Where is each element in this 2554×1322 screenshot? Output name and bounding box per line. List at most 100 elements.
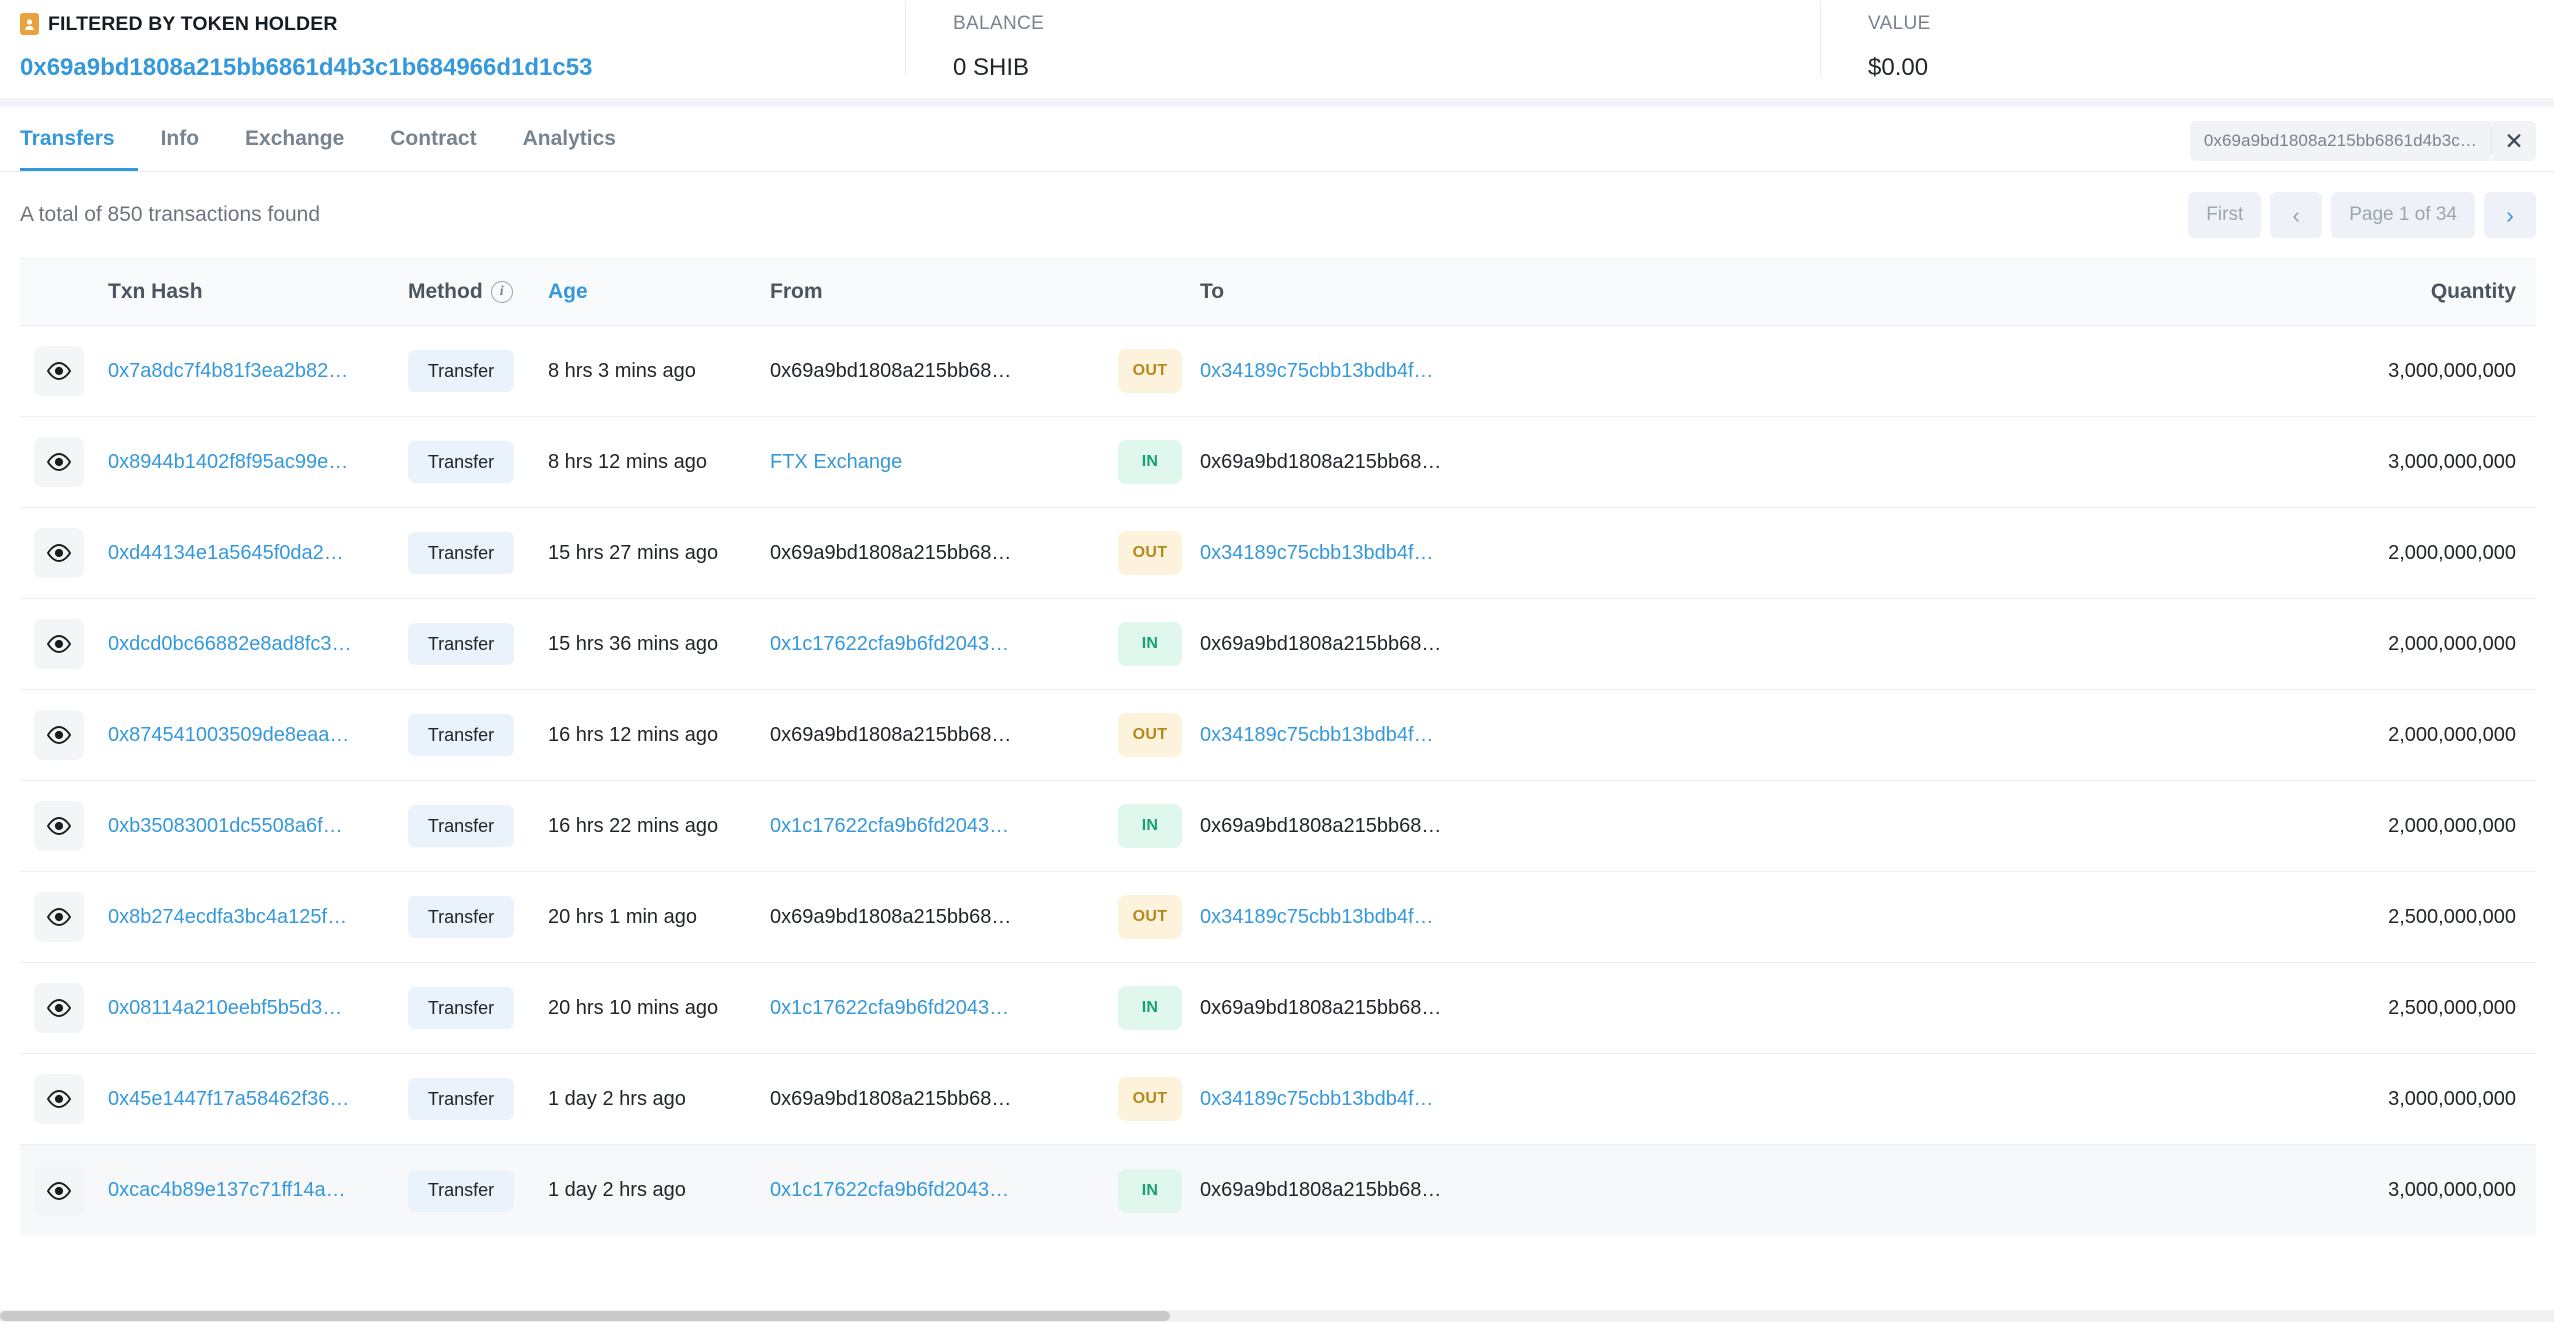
txn-hash-link[interactable]: 0xdcd0bc66882e8ad8fc3… [108,633,408,656]
eye-icon[interactable] [34,619,84,669]
method-cell: Transfer [408,1169,548,1212]
txn-hash-link[interactable]: 0xcac4b89e137c71ff14a… [108,1179,408,1202]
info-icon[interactable]: i [490,281,513,303]
first-page-button[interactable]: First [2188,192,2262,238]
scrollbar-thumb[interactable] [0,1311,1170,1321]
eye-icon[interactable] [34,437,84,487]
tab-analytics[interactable]: Analytics [500,107,639,171]
quantity-cell: 2,000,000,000 [2388,723,2516,746]
method-badge[interactable]: Transfer [408,714,514,756]
table-row[interactable]: 0xb35083001dc5508a6f… Transfer 16 hrs 22 m… [20,781,2536,872]
txn-hash-link[interactable]: 0x8944b1402f8f95ac99e… [108,451,408,474]
to-address[interactable]: 0x34189c75cbb13bdb4f… [1200,360,1510,383]
direction-cell: IN [1100,440,1200,484]
txn-hash-link[interactable]: 0x7a8dc7f4b81f3ea2b82… [108,360,408,383]
from-address[interactable]: 0x69a9bd1808a215bb68… [770,360,1100,383]
to-address[interactable]: 0x69a9bd1808a215bb68… [1200,815,1510,838]
table-row[interactable]: 0x45e1447f17a58462f36… Transfer 1 day 2 hr… [20,1054,2536,1145]
eye-icon[interactable] [34,1074,84,1124]
eye-icon[interactable] [34,346,84,396]
quantity-cell: 2,000,000,000 [2388,541,2516,564]
method-badge[interactable]: Transfer [408,1078,514,1120]
value-block: VALUE $0.00 [1820,0,2554,83]
to-address[interactable]: 0x69a9bd1808a215bb68… [1200,997,1510,1020]
direction-badge: OUT [1118,531,1182,575]
txn-hash-link[interactable]: 0x874541003509de8eaa… [108,724,408,747]
table-row[interactable]: 0x874541003509de8eaa… Transfer 16 hrs 12 m… [20,690,2536,781]
method-badge[interactable]: Transfer [408,805,514,847]
method-badge[interactable]: Transfer [408,987,514,1029]
quantity-cell: 3,000,000,000 [2388,1087,2516,1110]
quantity-cell: 2,500,000,000 [2388,996,2516,1019]
direction-cell: OUT [1100,349,1200,393]
page-indicator: Page 1 of 34 [2331,192,2475,238]
to-address[interactable]: 0x69a9bd1808a215bb68… [1200,451,1510,474]
txn-hash-link[interactable]: 0x08114a210eebf5b5d3… [108,997,408,1020]
method-badge[interactable]: Transfer [408,532,514,574]
header-txn-hash: Txn Hash [108,280,203,303]
method-badge[interactable]: Transfer [408,350,514,392]
txn-hash-link[interactable]: 0x8b274ecdfa3bc4a125f… [108,906,408,929]
close-icon[interactable]: ✕ [2492,121,2536,161]
tab-exchange[interactable]: Exchange [222,107,367,171]
method-badge[interactable]: Transfer [408,623,514,665]
quantity-cell: 3,000,000,000 [2388,359,2516,382]
age-cell: 1 day 2 hrs ago [548,1087,686,1110]
from-address[interactable]: 0x69a9bd1808a215bb68… [770,542,1100,565]
quantity-cell: 3,000,000,000 [2388,450,2516,473]
direction-cell: OUT [1100,895,1200,939]
to-address[interactable]: 0x34189c75cbb13bdb4f… [1200,906,1510,929]
previous-page-button[interactable]: ‹ [2270,192,2323,238]
table-body: 0x7a8dc7f4b81f3ea2b82… Transfer 8 hrs 3 mi… [20,326,2536,1236]
header-age[interactable]: Age [548,280,770,304]
eye-icon[interactable] [34,801,84,851]
header-method: Method i [408,280,548,304]
table-row[interactable]: 0x8b274ecdfa3bc4a125f… Transfer 20 hrs 1 m… [20,872,2536,963]
to-address[interactable]: 0x34189c75cbb13bdb4f… [1200,1088,1510,1111]
tab-contract[interactable]: Contract [367,107,499,171]
txn-hash-link[interactable]: 0xb35083001dc5508a6f… [108,815,408,838]
eye-icon[interactable] [34,528,84,578]
age-cell: 1 day 2 hrs ago [548,1179,686,1201]
txn-hash-link[interactable]: 0xd44134e1a5645f0da2… [108,542,408,565]
eye-icon[interactable] [34,983,84,1033]
from-address[interactable]: 0x69a9bd1808a215bb68… [770,1088,1100,1111]
filtered-label-text: FILTERED BY TOKEN HOLDER [48,13,338,35]
from-address[interactable]: 0x1c17622cfa9b6fd2043… [770,633,1100,656]
table-row[interactable]: 0x08114a210eebf5b5d3… Transfer 20 hrs 10 m… [20,963,2536,1054]
txn-hash-link[interactable]: 0x45e1447f17a58462f36… [108,1088,408,1111]
to-address[interactable]: 0x69a9bd1808a215bb68… [1200,1179,1510,1202]
method-badge[interactable]: Transfer [408,896,514,938]
table-row[interactable]: 0x7a8dc7f4b81f3ea2b82… Transfer 8 hrs 3 mi… [20,326,2536,417]
table-row[interactable]: 0xcac4b89e137c71ff14a… Transfer 1 day 2 hr… [20,1145,2536,1236]
address-filter-value[interactable]: 0x69a9bd1808a215bb6861d4b3c… [2189,121,2491,161]
age-cell: 16 hrs 12 mins ago [548,723,719,746]
tab-info[interactable]: Info [138,107,222,171]
quantity-cell: 2,000,000,000 [2388,814,2516,837]
from-address[interactable]: 0x69a9bd1808a215bb68… [770,724,1100,747]
to-address[interactable]: 0x34189c75cbb13bdb4f… [1200,542,1510,565]
next-page-button[interactable]: › [2484,192,2536,238]
holder-address-link[interactable]: 0x69a9bd1808a215bb6861d4b3c1b684966d1d1c… [20,53,905,83]
tab-transfers[interactable]: Transfers [20,107,138,171]
eye-icon[interactable] [34,1165,84,1216]
to-address[interactable]: 0x34189c75cbb13bdb4f… [1200,724,1510,747]
horizontal-scrollbar[interactable] [0,1310,2554,1322]
from-address[interactable]: 0x69a9bd1808a215bb68… [770,906,1100,929]
to-address[interactable]: 0x69a9bd1808a215bb68… [1200,633,1510,656]
from-address[interactable]: 0x1c17622cfa9b6fd2043… [770,997,1100,1020]
table-row[interactable]: 0x8944b1402f8f95ac99e… Transfer 8 hrs 12 m… [20,417,2536,508]
table-row[interactable]: 0xd44134e1a5645f0da2… Transfer 15 hrs 27 m… [20,508,2536,599]
eye-icon[interactable] [34,892,84,942]
age-cell: 20 hrs 10 mins ago [548,996,719,1019]
eye-icon[interactable] [34,710,84,760]
from-address[interactable]: FTX Exchange [770,451,1100,474]
method-badge[interactable]: Transfer [408,1169,514,1212]
row-eye-cell [20,983,108,1033]
table-row[interactable]: 0xdcd0bc66882e8ad8fc3… Transfer 15 hrs 36 … [20,599,2536,690]
from-address[interactable]: 0x1c17622cfa9b6fd2043… [770,815,1100,838]
token-holder-icon [20,13,39,35]
from-address[interactable]: 0x1c17622cfa9b6fd2043… [770,1179,1100,1202]
method-badge[interactable]: Transfer [408,441,514,483]
header-quantity: Quantity [2430,280,2516,303]
